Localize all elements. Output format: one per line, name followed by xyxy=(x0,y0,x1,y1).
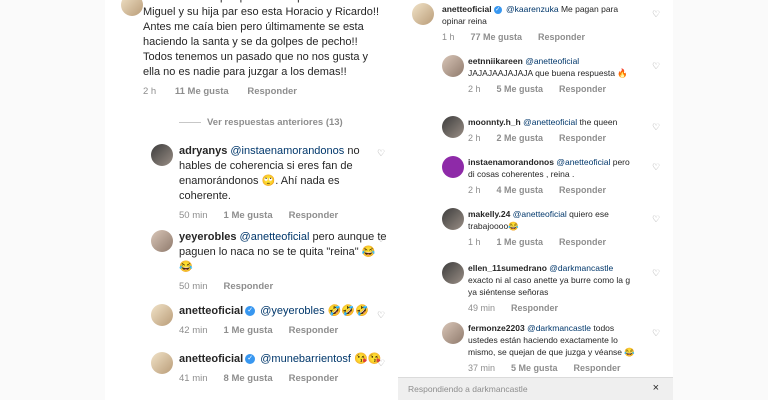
avatar[interactable] xyxy=(442,156,464,178)
heart-icon[interactable]: ♡ xyxy=(652,9,660,20)
username[interactable]: instaenamorandonos xyxy=(468,157,554,167)
time: 50 min xyxy=(179,281,208,292)
avatar[interactable] xyxy=(151,230,173,252)
time: 49 min xyxy=(468,303,496,313)
time: 42 min xyxy=(179,325,208,336)
replying-to-bar: Respondiendo a darkmancastle × xyxy=(398,377,673,400)
avatar[interactable] xyxy=(151,352,173,374)
reply-button[interactable]: Responder xyxy=(247,86,297,97)
heart-icon[interactable]: ♡ xyxy=(652,328,660,339)
heart-icon[interactable]: ♡ xyxy=(377,234,385,245)
reply-button[interactable]: Responder xyxy=(559,84,606,94)
mention[interactable]: @darkmancastle xyxy=(549,263,613,273)
heart-icon[interactable]: ♡ xyxy=(652,162,660,173)
username[interactable]: anetteoficial xyxy=(179,353,243,365)
comment-text: JAJAJAAJAJAJA que buena respuesta 🔥 xyxy=(468,68,628,78)
username[interactable]: anetteoficial xyxy=(442,4,492,14)
time: 1 h xyxy=(442,32,455,42)
left-comments-panel: Anette no tiene porque dar su opinión de… xyxy=(105,0,405,400)
heart-icon[interactable]: ♡ xyxy=(377,358,385,369)
verified-badge-icon: ✓ xyxy=(493,5,502,14)
replying-to-text: Respondiendo a darkmancastle xyxy=(408,384,528,394)
time: 2 h xyxy=(143,86,157,97)
likes-count[interactable]: 8 Me gusta xyxy=(224,373,273,384)
comment-meta: 2 h 11 Me gusta Responder xyxy=(143,84,383,99)
reply-button[interactable]: Responder xyxy=(574,363,621,373)
divider xyxy=(179,121,201,123)
avatar[interactable] xyxy=(442,55,464,77)
avatar[interactable] xyxy=(151,304,173,326)
reply-button[interactable]: Responder xyxy=(224,281,274,292)
likes-count[interactable]: 11 Me gusta xyxy=(175,86,229,97)
view-previous-replies[interactable]: Ver respuestas anteriores (13) xyxy=(179,117,343,128)
left-margin xyxy=(0,0,105,400)
reply-button[interactable]: Responder xyxy=(559,237,606,247)
likes-count[interactable]: 5 Me gusta xyxy=(497,84,544,94)
heart-icon[interactable]: ♡ xyxy=(377,310,385,321)
username[interactable]: adryanys xyxy=(179,145,227,157)
heart-icon[interactable]: ♡ xyxy=(652,122,660,133)
reply-button[interactable]: Responder xyxy=(289,210,339,221)
heart-icon[interactable]: ♡ xyxy=(652,61,660,72)
verified-badge-icon: ✓ xyxy=(245,306,256,317)
mention[interactable]: @darkmancastle xyxy=(527,323,591,333)
right-comments-panel: anetteoficial ✓ @kaarenzuka Me pagan para… xyxy=(398,0,673,400)
username[interactable]: makelly.24 xyxy=(468,209,510,219)
heart-icon[interactable]: ♡ xyxy=(377,148,385,159)
heart-icon[interactable]: ♡ xyxy=(652,214,660,225)
mention[interactable]: @yeyerobles xyxy=(260,305,324,317)
verified-badge-icon: ✓ xyxy=(245,354,256,365)
mention[interactable]: @munebarrientosf xyxy=(260,353,351,365)
right-margin xyxy=(673,0,768,400)
time: 1 h xyxy=(468,237,481,247)
likes-count[interactable]: 2 Me gusta xyxy=(497,133,544,143)
comment-text: the queen xyxy=(579,117,618,127)
likes-count[interactable]: 77 Me gusta xyxy=(471,32,523,42)
mention[interactable]: @anetteoficial xyxy=(240,231,310,243)
avatar[interactable] xyxy=(151,144,173,166)
avatar[interactable] xyxy=(442,116,464,138)
time: 2 h xyxy=(468,185,481,195)
time: 41 min xyxy=(179,373,208,384)
heart-icon[interactable]: ♡ xyxy=(652,268,660,279)
comment-text: 🤣🤣🤣 xyxy=(327,305,369,317)
avatar[interactable] xyxy=(442,322,464,344)
mention[interactable]: @anetteoficial xyxy=(525,56,579,66)
reply-button[interactable]: Responder xyxy=(559,185,606,195)
reply-button[interactable]: Responder xyxy=(289,325,339,336)
username[interactable]: anetteoficial xyxy=(179,305,243,317)
reply-button[interactable]: Responder xyxy=(511,303,558,313)
mention[interactable]: @kaarenzuka xyxy=(506,4,559,14)
comment-text: Anette no tiene porque dar su opinión de… xyxy=(143,0,379,78)
username[interactable]: moonnty.h_h xyxy=(468,117,521,127)
avatar[interactable] xyxy=(442,208,464,230)
likes-count[interactable]: 1 Me gusta xyxy=(497,237,544,247)
mention[interactable]: @instaenamorandonos xyxy=(230,145,344,157)
likes-count[interactable]: 1 Me gusta xyxy=(224,210,273,221)
close-icon[interactable]: × xyxy=(653,382,659,394)
username[interactable]: fermonze2203 xyxy=(468,323,525,333)
avatar[interactable] xyxy=(442,262,464,284)
username[interactable]: eetnniikareen xyxy=(468,56,523,66)
reply-button[interactable]: Responder xyxy=(559,133,606,143)
time: 37 min xyxy=(468,363,496,373)
mention[interactable]: @anetteoficial xyxy=(556,157,610,167)
time: 50 min xyxy=(179,210,208,221)
username[interactable]: yeyerobles xyxy=(179,231,236,243)
username[interactable]: ellen_11sumedrano xyxy=(468,263,547,273)
likes-count[interactable]: 1 Me gusta xyxy=(224,325,273,336)
mention[interactable]: @anetteoficial xyxy=(523,117,577,127)
avatar[interactable] xyxy=(121,0,143,16)
mention[interactable]: @anetteoficial xyxy=(513,209,567,219)
avatar[interactable] xyxy=(412,3,434,25)
likes-count[interactable]: 5 Me gusta xyxy=(511,363,558,373)
reply-button[interactable]: Responder xyxy=(289,373,339,384)
time: 2 h xyxy=(468,84,481,94)
comment-text: exacto ni al caso anette ya burre como l… xyxy=(468,275,631,297)
reply-button[interactable]: Responder xyxy=(538,32,585,42)
likes-count[interactable]: 4 Me gusta xyxy=(497,185,544,195)
time: 2 h xyxy=(468,133,481,143)
